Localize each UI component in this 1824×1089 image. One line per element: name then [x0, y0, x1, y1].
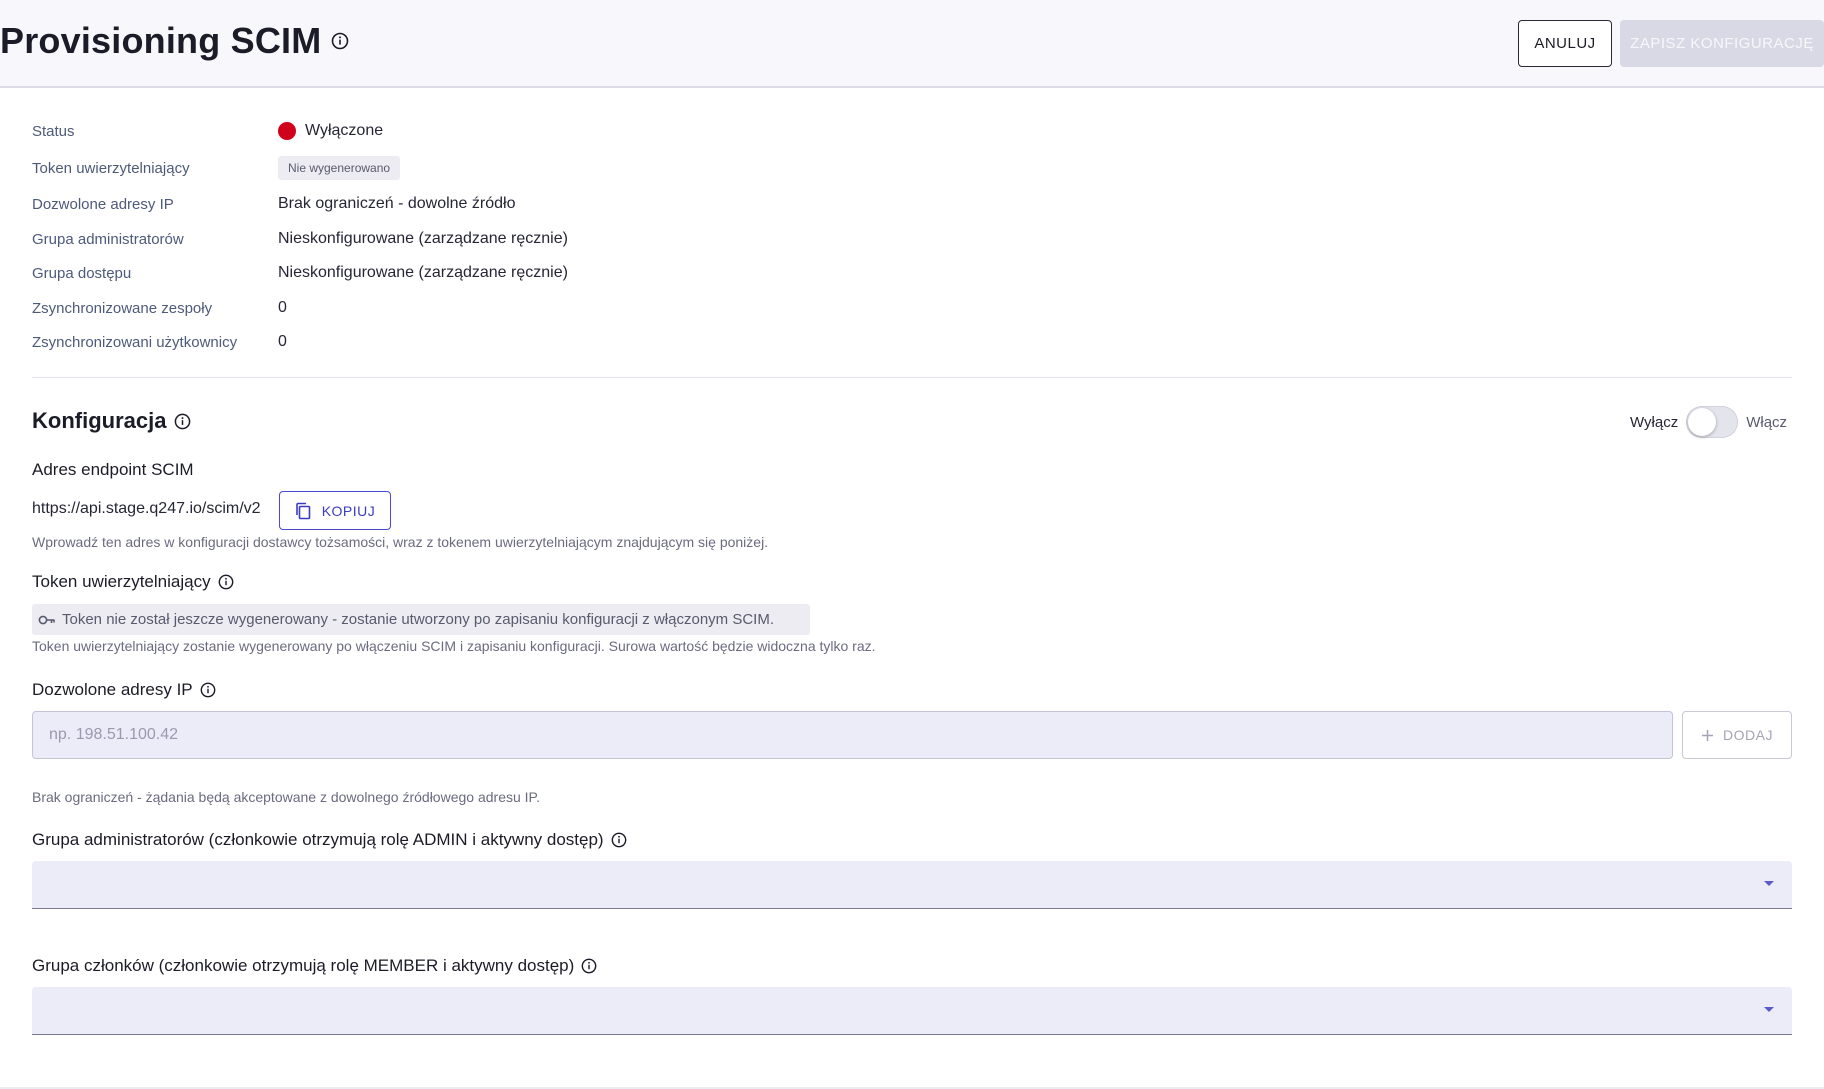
summary-value: Nieskonfigurowane (zarządzane ręcznie)	[278, 264, 568, 281]
token-helper-text: Token uwierzytelniający zostanie wygener…	[32, 638, 876, 654]
summary-row-admin-group: Grupa administratorów Nieskonfigurowane …	[32, 227, 568, 251]
admin-group-select[interactable]	[32, 861, 1792, 909]
key-icon	[38, 615, 55, 624]
allowed-ips-helper-text: Brak ograniczeń - żądania będą akceptowa…	[32, 789, 540, 805]
scim-enable-toggle[interactable]	[1686, 406, 1739, 438]
summary-row-token: Token uwierzytelniający Nie wygenerowano	[32, 156, 401, 180]
cancel-button[interactable]: ANULUJ	[1518, 20, 1612, 67]
summary-row-synced-teams: Zsynchronizowane zespoły 0	[32, 296, 287, 320]
summary-label: Zsynchronizowani użytkownicy	[32, 333, 238, 351]
admin-group-label: Grupa administratorów (członkowie otrzym…	[32, 830, 627, 850]
allowed-ips-label-text: Dozwolone adresy IP	[32, 680, 193, 699]
info-circle-icon[interactable]	[611, 832, 627, 848]
summary-label: Zsynchronizowane zespoły	[32, 299, 213, 317]
status-value: Wyłączone	[305, 122, 384, 139]
info-circle-icon[interactable]	[218, 574, 234, 590]
page-header: Provisioning SCIM ANULUJ ZAPISZ KONFIGUR…	[0, 0, 1824, 88]
caret-down-icon	[1764, 881, 1774, 886]
token-label-text: Token uwierzytelniający	[32, 572, 211, 591]
summary-value: Nie wygenerowano	[278, 156, 401, 180]
section-divider	[32, 377, 1792, 378]
member-group-label: Grupa członków (członkowie otrzymują rol…	[32, 956, 597, 976]
summary-value: Nieskonfigurowane (zarządzane ręcznie)	[278, 230, 568, 247]
add-button-label: DODAJ	[1723, 727, 1773, 743]
admin-group-label-text: Grupa administratorów (członkowie otrzym…	[32, 830, 604, 849]
page-title: Provisioning SCIM	[0, 20, 349, 62]
status-off-dot-icon	[278, 122, 296, 140]
summary-value: Brak ograniczeń - dowolne źródło	[278, 195, 516, 212]
summary-label: Token uwierzytelniający	[32, 159, 190, 177]
page-title-text: Provisioning SCIM	[0, 20, 322, 61]
member-group-select[interactable]	[32, 987, 1792, 1035]
summary-value: Wyłączone	[278, 122, 383, 140]
toggle-on-label: Włącz	[1746, 413, 1788, 431]
summary-label: Dozwolone adresy IP	[32, 195, 174, 213]
plus-icon	[1702, 729, 1714, 741]
summary-label: Status	[32, 122, 75, 140]
allowed-ips-label: Dozwolone adresy IP	[32, 680, 216, 700]
token-placeholder-text: Token nie został jeszcze wygenerowany - …	[62, 611, 774, 628]
token-label: Token uwierzytelniający	[32, 572, 234, 592]
caret-down-icon	[1764, 1007, 1774, 1012]
copy-endpoint-button[interactable]: KOPIUJ	[279, 491, 391, 530]
endpoint-helper-text: Wprowadź ten adres w konfiguracji dostaw…	[32, 534, 769, 550]
configuration-title-text: Konfiguracja	[32, 408, 167, 433]
info-circle-icon[interactable]	[581, 958, 597, 974]
endpoint-label: Adres endpoint SCIM	[32, 460, 194, 480]
summary-row-status: Status Wyłączone	[32, 119, 383, 143]
summary-label: Grupa dostępu	[32, 264, 132, 282]
allowed-ip-input[interactable]	[32, 711, 1673, 759]
copy-icon	[295, 502, 311, 519]
token-status-badge: Nie wygenerowano	[278, 156, 401, 180]
endpoint-url: https://api.stage.q247.io/scim/v2	[32, 500, 261, 517]
summary-row-allowed-ips: Dozwolone adresy IP Brak ograniczeń - do…	[32, 192, 515, 216]
member-group-label-text: Grupa członków (członkowie otrzymują rol…	[32, 956, 575, 975]
copy-button-label: KOPIUJ	[321, 502, 376, 519]
toggle-off-label: Wyłącz	[1630, 413, 1679, 431]
summary-row-access-group: Grupa dostępu Nieskonfigurowane (zarządz…	[32, 261, 568, 285]
add-ip-button[interactable]: DODAJ	[1682, 711, 1792, 759]
summary-row-synced-users: Zsynchronizowani użytkownicy 0	[32, 330, 287, 354]
token-placeholder-box: Token nie został jeszcze wygenerowany - …	[32, 604, 810, 635]
configuration-title: Konfiguracja	[32, 408, 191, 434]
summary-value: 0	[278, 299, 287, 316]
info-circle-icon[interactable]	[200, 682, 216, 698]
toggle-knob	[1688, 408, 1717, 436]
save-configuration-button[interactable]: ZAPISZ KONFIGURACJĘ	[1620, 20, 1824, 67]
scim-toggle-group: Wyłącz Włącz	[1630, 406, 1787, 438]
info-circle-icon[interactable]	[174, 413, 191, 430]
summary-value: 0	[278, 333, 287, 350]
summary-label: Grupa administratorów	[32, 230, 184, 248]
endpoint-label-text: Adres endpoint SCIM	[32, 460, 194, 479]
info-circle-icon[interactable]	[331, 32, 349, 50]
